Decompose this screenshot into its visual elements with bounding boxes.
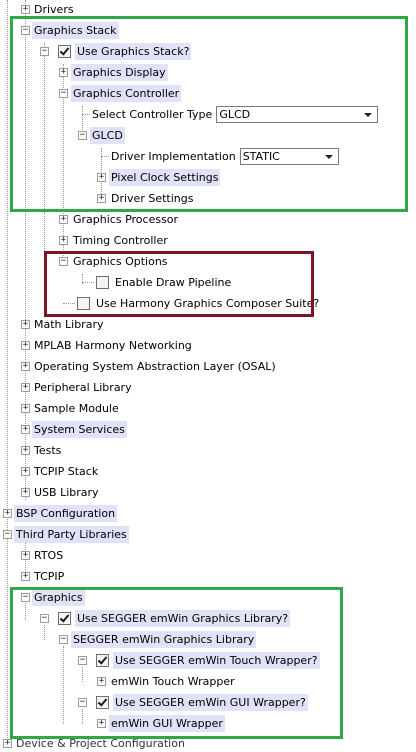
expand-icon[interactable]: + xyxy=(3,509,12,518)
tree-item-osal[interactable]: + Operating System Abstraction Layer (OS… xyxy=(0,358,278,375)
expand-icon[interactable]: + xyxy=(21,488,30,497)
tree-item-label: TCPIP Stack xyxy=(34,465,99,478)
tree-item-system-services[interactable]: + System Services xyxy=(0,421,127,438)
tree-item-label: Operating System Abstraction Layer (OSAL… xyxy=(34,360,276,373)
tree-item-peripheral-library[interactable]: + Peripheral Library xyxy=(0,379,134,396)
expand-icon[interactable]: + xyxy=(21,404,30,413)
expand-icon[interactable]: + xyxy=(21,425,30,434)
tree-item-label: Graphics Processor xyxy=(73,213,179,226)
tree-item-graphics-processor[interactable]: + Graphics Processor xyxy=(0,211,180,228)
tree-item-bsp-configuration[interactable]: + BSP Configuration xyxy=(0,505,118,522)
tree-item-label: Sample Module xyxy=(34,402,119,415)
tree-item-label: System Services xyxy=(32,421,127,438)
expand-icon[interactable]: + xyxy=(21,551,30,560)
tree-item-rtos[interactable]: + RTOS xyxy=(0,547,65,564)
tree-item-tcpip[interactable]: + TCPIP xyxy=(0,568,66,585)
expand-icon[interactable]: + xyxy=(21,5,30,14)
expand-icon[interactable]: + xyxy=(21,467,30,476)
expand-icon[interactable]: + xyxy=(21,320,30,329)
tree-item-label: Peripheral Library xyxy=(34,381,132,394)
tree-item-label: Tests xyxy=(34,444,62,457)
tree-item-label: RTOS xyxy=(34,549,64,562)
highlight-box-graphics-stack xyxy=(10,16,408,212)
expand-icon[interactable]: + xyxy=(21,341,30,350)
highlight-box-graphics-options xyxy=(44,251,314,317)
collapse-icon[interactable]: − xyxy=(3,530,12,539)
expand-icon[interactable]: + xyxy=(21,383,30,392)
tree-item-usb-library[interactable]: + USB Library xyxy=(0,484,101,501)
expand-icon[interactable]: + xyxy=(21,362,30,371)
tree-item-third-party-libraries[interactable]: − Third Party Libraries xyxy=(0,526,129,543)
tree-item-mplab-networking[interactable]: + MPLAB Harmony Networking xyxy=(0,337,194,354)
expand-icon[interactable]: + xyxy=(59,236,68,245)
tree-item-label: USB Library xyxy=(34,486,99,499)
tree-item-math-library[interactable]: + Math Library xyxy=(0,316,105,333)
tree-item-label: BSP Configuration xyxy=(14,505,118,522)
tree-item-label: Math Library xyxy=(34,318,104,331)
tree-item-label: Third Party Libraries xyxy=(14,526,129,543)
tree-item-timing-controller[interactable]: + Timing Controller xyxy=(0,232,170,249)
configuration-tree: + Drivers − Graphics Stack − Use Graphic… xyxy=(0,0,416,750)
tree-item-tests[interactable]: + Tests xyxy=(0,442,63,459)
tree-item-sample-module[interactable]: + Sample Module xyxy=(0,400,121,417)
highlight-box-segger-graphics xyxy=(10,587,343,739)
tree-item-label: Timing Controller xyxy=(73,234,168,247)
expand-icon[interactable]: + xyxy=(59,215,68,224)
expand-icon[interactable]: + xyxy=(21,446,30,455)
expand-icon[interactable]: + xyxy=(21,572,30,581)
tree-item-tcpip-stack[interactable]: + TCPIP Stack xyxy=(0,463,100,480)
tree-item-label: MPLAB Harmony Networking xyxy=(34,339,192,352)
expand-icon[interactable]: + xyxy=(3,739,12,748)
tree-item-label: TCPIP xyxy=(34,570,65,583)
